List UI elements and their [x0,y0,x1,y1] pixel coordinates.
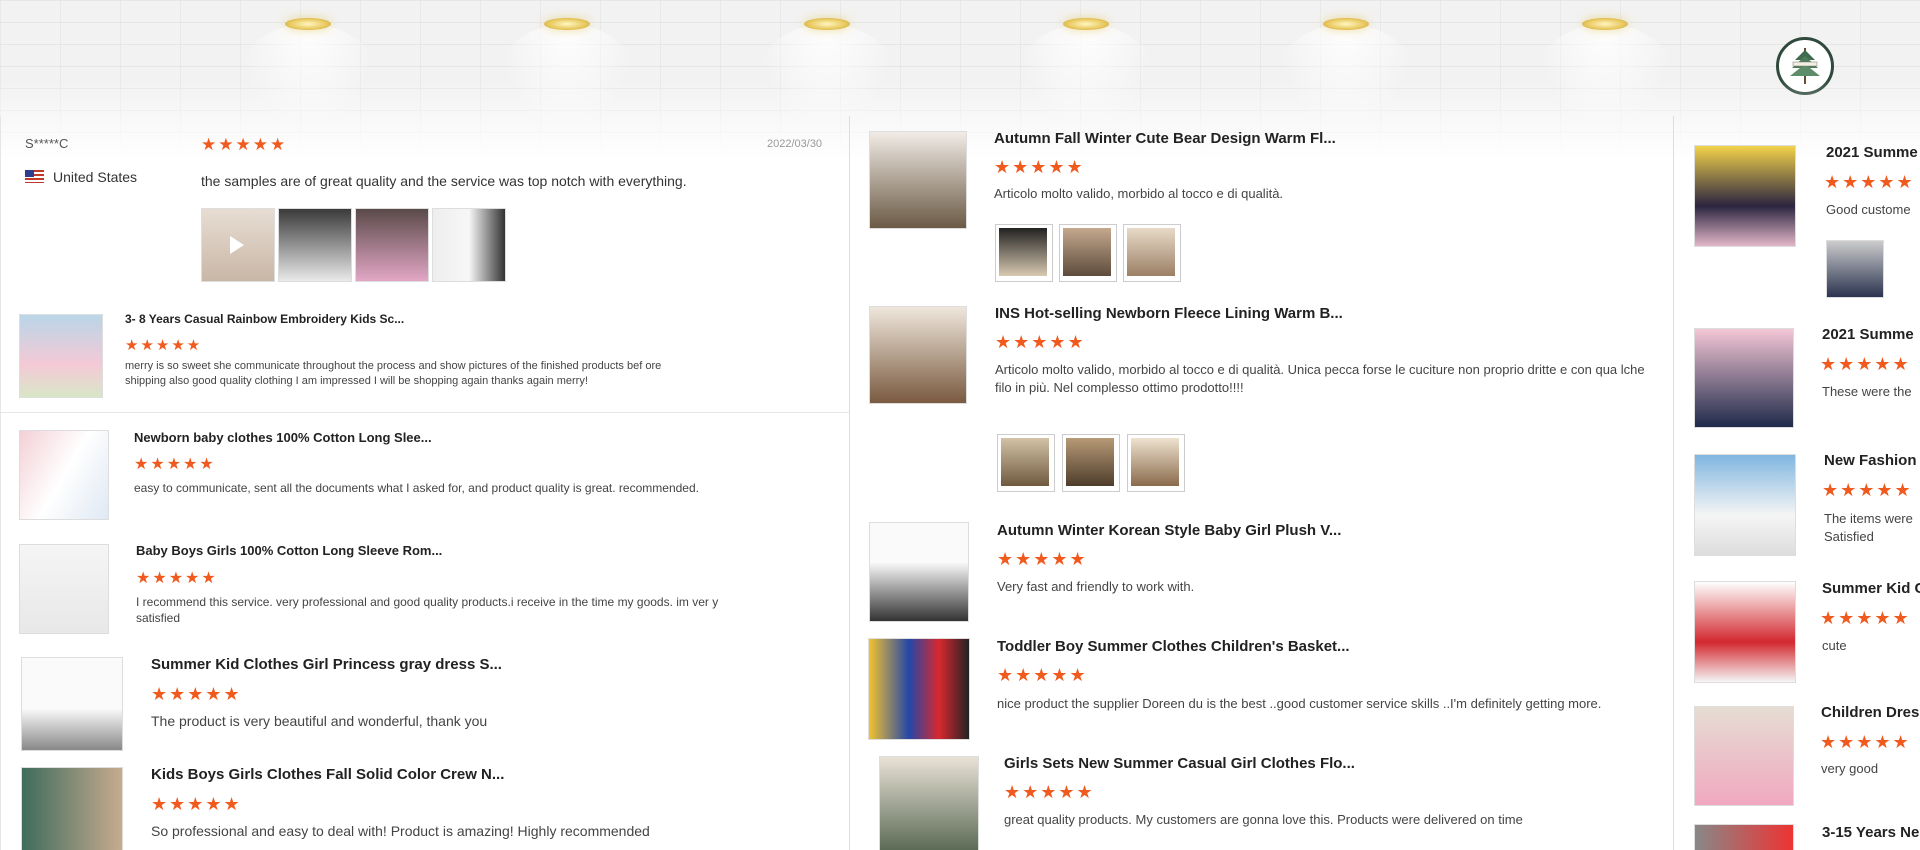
spotlight-icon [285,18,331,30]
rating-stars: ★★★★★ [1820,608,1911,628]
spotlight-icon [544,18,590,30]
product-thumbnail[interactable] [19,430,109,520]
product-title[interactable]: New Fashion [1824,452,1917,469]
review-text: great quality products. My customers are… [1004,812,1523,827]
rating-stars: ★★★★★ [1822,480,1913,500]
rating-stars: ★★★★★ [134,456,216,473]
rating-stars: ★★★★★ [1820,732,1911,752]
review-photo-thumbnail[interactable] [1062,434,1120,492]
product-title[interactable]: Toddler Boy Summer Clothes Children's Ba… [997,638,1350,655]
product-title[interactable]: Baby Boys Girls 100% Cotton Long Sleeve … [136,543,442,558]
review-text: Articolo molto valido, morbido al tocco … [994,186,1284,201]
rating-stars: ★★★★★ [1820,354,1911,374]
rating-stars: ★★★★★ [201,135,288,154]
product-thumbnail[interactable] [1694,706,1794,806]
product-title[interactable]: 3- 8 Years Casual Rainbow Embroidery Kid… [125,312,404,326]
review-photo-thumbnail[interactable] [278,208,352,282]
review-text: very good [1821,761,1879,776]
review-photo-thumbnail[interactable] [995,224,1053,282]
review-text: These were the [1822,384,1912,399]
tree-logo-icon [1790,48,1820,84]
product-thumbnail[interactable] [869,306,967,404]
review-text: merry is so sweet she communicate throug… [125,360,662,387]
product-title[interactable]: Summer Kid Clothes Girl Princess gray dr… [151,656,502,673]
review-text: So professional and easy to deal with! P… [151,823,650,839]
rating-stars: ★★★★★ [151,684,242,704]
reviews-column-2: Autumn Fall Winter Cute Bear Design Warm… [849,116,1674,850]
reviewer-country: United States [53,169,138,185]
review-photo-thumbnail[interactable] [1127,434,1185,492]
reviewer-name: S*****C [25,136,69,151]
rating-stars: ★★★★★ [151,794,242,814]
review-text: Very fast and friendly to work with. [997,579,1195,594]
review-photo-thumbnail[interactable] [432,208,506,282]
review-text: I recommend this service. very professio… [136,595,719,625]
product-thumbnail[interactable] [868,638,970,740]
review-text: cute [1822,638,1847,653]
reviews-column-3: 2021 Summe ★★★★★ Good custome 2021 Summe… [1674,116,1920,850]
product-title[interactable]: 2021 Summe [1826,144,1918,161]
review-photo-thumbnail[interactable] [1059,224,1117,282]
product-thumbnail[interactable] [879,756,979,850]
product-title[interactable]: Autumn Winter Korean Style Baby Girl Plu… [997,522,1341,539]
spotlight-icon [1063,18,1109,30]
review-photo-thumbnail[interactable] [1123,224,1181,282]
reviews-column-1: S*****C United States ★★★★★ 2022/03/30 t… [0,116,850,850]
product-title[interactable]: INS Hot-selling Newborn Fleece Lining Wa… [995,305,1343,322]
review-text: nice product the supplier Doreen du is t… [997,696,1602,711]
play-icon [230,236,244,254]
product-title[interactable]: 2021 Summe [1822,326,1914,343]
review-text: The product is very beautiful and wonder… [151,713,488,729]
review-text: Good custome [1826,202,1911,217]
product-thumbnail[interactable] [1694,328,1794,428]
product-title[interactable]: Children Dres [1821,704,1919,721]
review-photo-thumbnail[interactable] [997,434,1055,492]
product-thumbnail[interactable] [19,314,103,398]
product-thumbnail[interactable] [21,657,123,751]
review-text: Articolo molto valido, morbido al tocco … [995,362,1645,395]
review-date: 2022/03/30 [767,138,823,150]
product-thumbnail[interactable] [869,522,969,622]
rating-stars: ★★★★★ [995,332,1086,352]
product-thumbnail[interactable] [1694,145,1796,247]
us-flag-icon [25,170,44,183]
divider [1,412,849,413]
review-text: The items were Satisfied [1824,511,1913,544]
brand-logo[interactable] [1776,37,1834,95]
product-thumbnail[interactable] [1694,454,1796,556]
spotlight-icon [1323,18,1369,30]
spotlight-icon [1582,18,1628,30]
rating-stars: ★★★★★ [997,549,1088,569]
product-title[interactable]: 3-15 Years Ne [1822,824,1919,841]
spotlight-icon [804,18,850,30]
review-text: easy to communicate, sent all the docume… [134,481,699,495]
review-photo-thumbnail[interactable] [355,208,429,282]
product-thumbnail[interactable] [19,544,109,634]
product-thumbnail[interactable] [869,131,967,229]
review-text: the samples are of great quality and the… [201,173,687,189]
product-thumbnail[interactable] [1694,824,1794,850]
rating-stars: ★★★★★ [994,157,1085,177]
product-title[interactable]: Girls Sets New Summer Casual Girl Clothe… [1004,755,1355,772]
product-title[interactable]: Newborn baby clothes 100% Cotton Long Sl… [134,430,432,445]
review-video-thumbnail[interactable] [201,208,275,282]
product-title[interactable]: Autumn Fall Winter Cute Bear Design Warm… [994,130,1336,147]
rating-stars: ★★★★★ [125,337,203,354]
product-title[interactable]: Kids Boys Girls Clothes Fall Solid Color… [151,766,504,783]
rating-stars: ★★★★★ [136,570,218,587]
rating-stars: ★★★★★ [997,665,1088,685]
product-thumbnail[interactable] [21,767,123,850]
rating-stars: ★★★★★ [1004,782,1095,802]
rating-stars: ★★★★★ [1824,172,1915,192]
review-photo-thumbnail[interactable] [1826,240,1884,298]
product-title[interactable]: Summer Kid C [1822,580,1920,597]
product-thumbnail[interactable] [1694,581,1796,683]
